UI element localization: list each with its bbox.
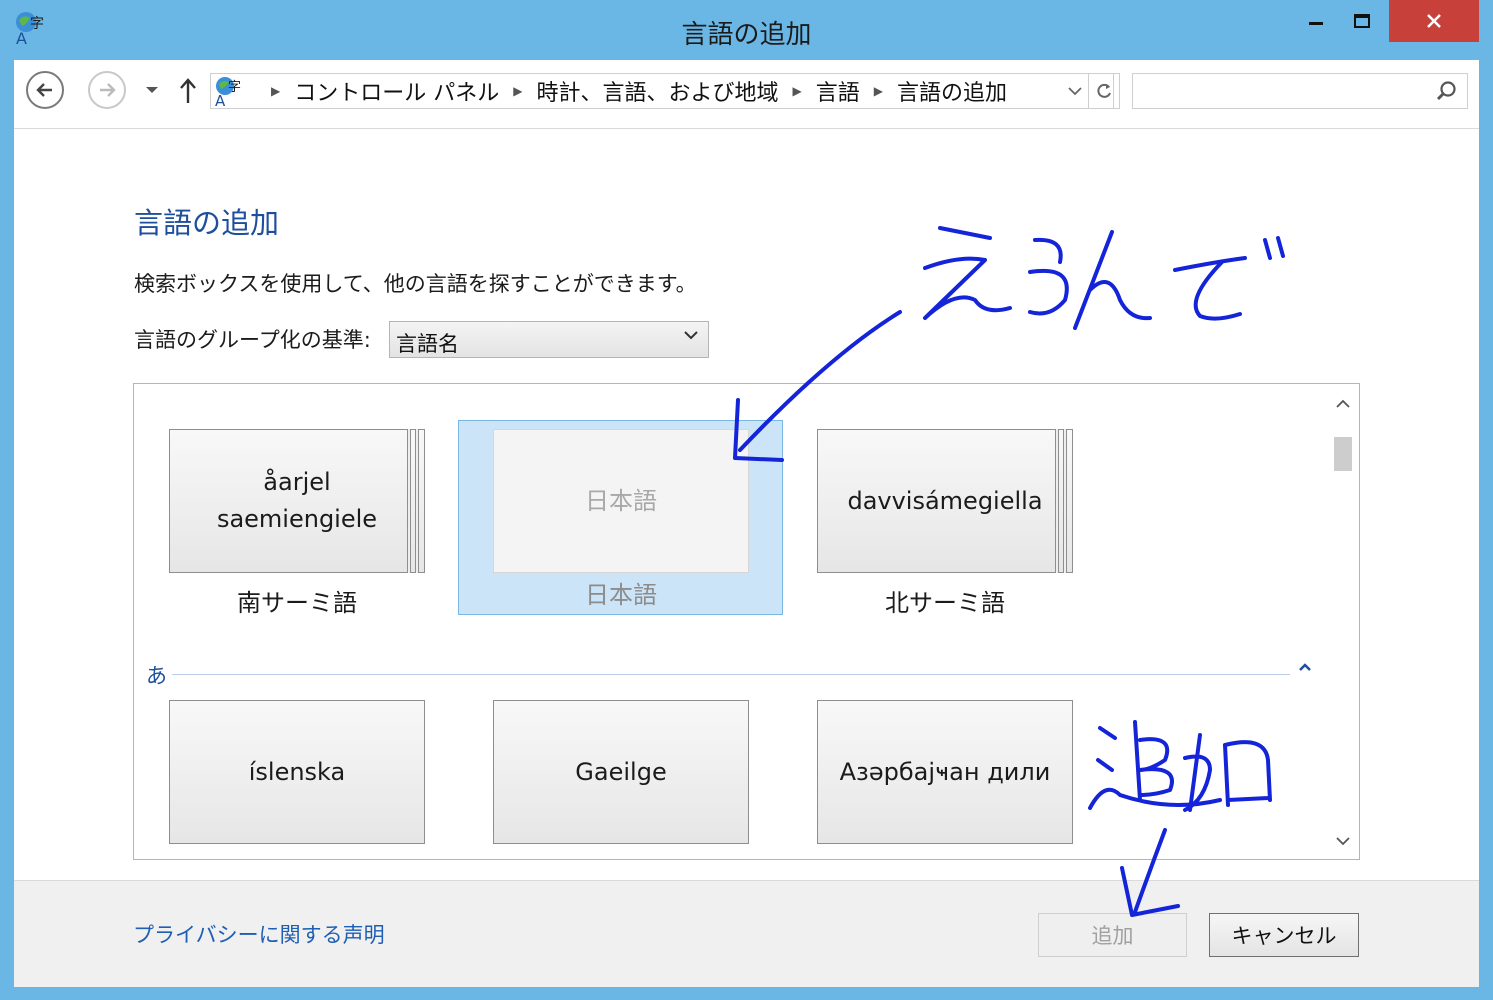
language-native-name: davvisámegiella	[847, 486, 1043, 515]
scroll-thumb[interactable]	[1334, 437, 1352, 471]
chevron-up-icon	[1336, 399, 1350, 408]
card-stack-edge	[415, 429, 419, 573]
scroll-up-button[interactable]	[1327, 392, 1359, 416]
maximize-icon	[1354, 14, 1370, 28]
navigation-bar: 字 A ▶ コントロール パネル ▶ 時計、言語、および地域 ▶ 言語 ▶ 言語…	[14, 60, 1479, 129]
breadcrumb-separator-icon: ▶	[271, 84, 281, 98]
chevron-down-icon	[684, 331, 698, 340]
group-divider	[172, 674, 1290, 675]
breadcrumb-item-clock-language-region[interactable]: 時計、言語、および地域	[536, 75, 778, 107]
language-native-name-line2: saemiengiele	[216, 505, 378, 533]
group-by-label: 言語のグループ化の基準:	[134, 328, 371, 352]
card-stack-edge	[407, 429, 411, 573]
language-native-name: 日本語	[585, 486, 657, 515]
close-button[interactable]	[1389, 0, 1479, 42]
group-by-value: 言語名	[396, 332, 459, 356]
breadcrumb-item-language[interactable]: 言語	[816, 75, 860, 107]
forward-button[interactable]	[88, 71, 126, 109]
breadcrumb-item-control-panel[interactable]: コントロール パネル	[294, 75, 499, 107]
language-label: 南サーミ語	[237, 589, 357, 617]
breadcrumb-separator-icon[interactable]: ▶	[792, 84, 801, 98]
chevron-down-icon	[146, 87, 158, 93]
language-card[interactable]: Азәрбајҹан дили	[817, 700, 1073, 844]
address-bar[interactable]: 字 A ▶ コントロール パネル ▶ 時計、言語、および地域 ▶ 言語 ▶ 言語…	[210, 73, 1114, 109]
page-description: 検索ボックスを使用して、他の言語を探すことができます。	[134, 272, 697, 296]
minimize-button[interactable]	[1293, 0, 1339, 42]
language-label: 日本語	[585, 581, 657, 609]
refresh-button[interactable]	[1088, 73, 1120, 109]
refresh-icon	[1097, 83, 1111, 98]
privacy-statement-link[interactable]: プライバシーに関する声明	[133, 919, 385, 949]
cancel-button[interactable]: キャンセル	[1209, 913, 1359, 957]
search-input[interactable]	[1139, 80, 1423, 104]
language-native-name: Gaeilge	[575, 757, 667, 786]
address-dropdown-button[interactable]	[1064, 74, 1086, 108]
back-arrow-icon	[36, 83, 52, 97]
chevron-down-icon	[1336, 837, 1350, 846]
breadcrumb: ▶ コントロール パネル ▶ 時計、言語、および地域 ▶ 言語 ▶ 言語の追加	[257, 74, 1007, 108]
language-label: 北サーミ語	[885, 589, 1005, 617]
scroll-down-button[interactable]	[1327, 829, 1359, 853]
language-tile-japanese-selected[interactable]: 日本語 日本語	[458, 420, 783, 615]
group-header-label[interactable]: あ	[146, 660, 167, 690]
add-button[interactable]: 追加	[1038, 913, 1187, 957]
collapse-chevron-icon[interactable]	[1298, 662, 1312, 672]
recent-locations-button[interactable]	[142, 80, 162, 100]
breadcrumb-separator-icon[interactable]: ▶	[513, 84, 522, 98]
dialog-footer: プライバシーに関する声明 追加 キャンセル	[14, 880, 1479, 987]
window-title: 言語の追加	[681, 20, 812, 50]
client-area: 字 A ▶ コントロール パネル ▶ 時計、言語、および地域 ▶ 言語 ▶ 言語…	[14, 60, 1479, 987]
language-card[interactable]: 日本語	[493, 429, 749, 573]
group-by-select[interactable]: 言語名	[389, 321, 709, 358]
minimize-icon	[1309, 22, 1323, 25]
language-card[interactable]: íslenska	[169, 700, 425, 844]
up-arrow-icon	[180, 78, 196, 103]
page-title: 言語の追加	[134, 206, 280, 240]
search-box[interactable]	[1132, 73, 1468, 109]
svg-text:字: 字	[228, 80, 241, 95]
svg-text:A: A	[215, 92, 226, 108]
breadcrumb-item-add-language[interactable]: 言語の追加	[897, 75, 1007, 107]
language-card[interactable]: davvisámegiella	[817, 429, 1073, 573]
chevron-down-icon	[1068, 87, 1082, 96]
language-native-name: íslenska	[248, 757, 346, 786]
language-card[interactable]: Gaeilge	[493, 700, 749, 844]
language-location-icon: 字 A	[215, 77, 241, 108]
card-stack-edge	[1063, 429, 1067, 573]
app-window: 字 A 言語の追加 字 A ▶ コントロール パネル ▶ 時計、言語、および地域…	[0, 0, 1493, 1000]
back-button[interactable]	[26, 71, 64, 109]
vertical-scrollbar[interactable]	[1327, 384, 1359, 859]
language-list[interactable]: åarjel saemiengiele 南サーミ語 日本語 日本語 davvisá…	[133, 383, 1360, 860]
forward-arrow-icon	[100, 83, 116, 97]
breadcrumb-separator-icon[interactable]: ▶	[874, 84, 883, 98]
up-button[interactable]	[176, 76, 200, 106]
language-native-name: Азәрбајҹан дили	[839, 757, 1051, 786]
close-icon	[1427, 14, 1441, 28]
title-bar: 字 A 言語の追加	[0, 0, 1493, 60]
card-stack-edge	[1055, 429, 1059, 573]
language-card[interactable]: åarjel saemiengiele	[169, 429, 425, 573]
search-icon[interactable]	[1435, 80, 1457, 102]
maximize-button[interactable]	[1339, 0, 1385, 42]
language-native-name-line1: åarjel	[263, 468, 331, 496]
